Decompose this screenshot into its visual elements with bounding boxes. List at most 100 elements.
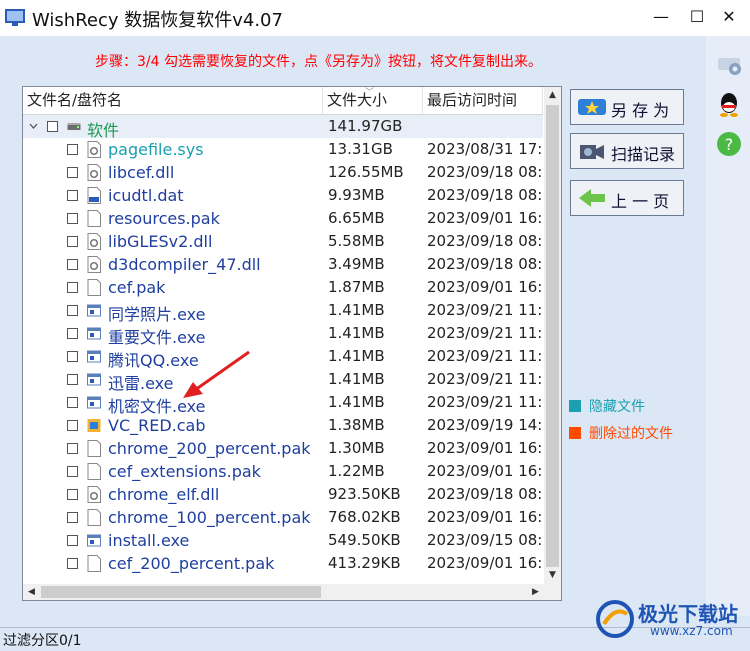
help-icon[interactable]: ? — [715, 130, 743, 158]
file-row[interactable]: pagefile.sys 13.31GB 2023/08/31 17:5 — [23, 138, 543, 161]
gear-file-icon — [87, 256, 101, 273]
file-checkbox[interactable] — [67, 282, 78, 293]
file-row[interactable]: 迅雷.exe 1.41MB 2023/09/21 11:1 — [23, 368, 543, 393]
title-bar: WishRecy 数据恢复软件v4.07 — ☐ ✕ — [0, 0, 750, 36]
scroll-up-icon[interactable]: ▲ — [544, 87, 561, 104]
file-name: d3dcompiler_47.dll — [108, 255, 261, 274]
file-checkbox[interactable] — [67, 374, 78, 385]
chevron-down-icon[interactable] — [29, 122, 38, 131]
file-name: VC_RED.cab — [108, 416, 206, 435]
vertical-scroll-thumb[interactable] — [546, 105, 559, 567]
svg-text:?: ? — [725, 135, 734, 154]
file-size: 13.31GB — [328, 140, 393, 158]
partition-filter-status: 过滤分区0/1 — [3, 633, 82, 649]
file-row[interactable]: libGLESv2.dll 5.58MB 2023/09/18 08:5 — [23, 230, 543, 253]
hidden-file-swatch — [569, 400, 581, 412]
file-access-time: 2023/09/01 16:2 — [427, 209, 543, 227]
file-access-time: 2023/08/31 17:5 — [427, 140, 543, 158]
file-access-time: 2023/09/18 08:5 — [427, 255, 543, 273]
file-checkbox[interactable] — [67, 259, 78, 270]
file-name: cef_extensions.pak — [108, 462, 261, 481]
scroll-right-icon[interactable]: ▶ — [527, 584, 544, 600]
file-checkbox[interactable] — [67, 305, 78, 316]
file-checkbox[interactable] — [67, 397, 78, 408]
exe-icon — [87, 350, 101, 363]
exe-icon — [87, 534, 101, 547]
file-size: 1.30MB — [328, 439, 385, 457]
file-size: 9.93MB — [328, 186, 385, 204]
file-row[interactable]: cef.pak 1.87MB 2023/09/01 16:2 — [23, 276, 543, 299]
scroll-left-icon[interactable]: ◀ — [23, 584, 40, 600]
file-name: resources.pak — [108, 209, 220, 228]
file-size: 768.02KB — [328, 508, 401, 526]
gear-file-icon — [87, 233, 101, 250]
maximize-button[interactable]: ☐ — [680, 4, 714, 30]
gear-file-icon — [87, 486, 101, 503]
gear-file-icon — [87, 141, 101, 158]
file-row[interactable]: VC_RED.cab 1.38MB 2023/09/19 14:2 — [23, 414, 543, 437]
arrow-left-icon — [579, 189, 605, 207]
file-name: icudtl.dat — [108, 186, 184, 205]
file-checkbox[interactable] — [67, 489, 78, 500]
exe-icon — [87, 396, 101, 409]
file-checkbox[interactable] — [67, 466, 78, 477]
file-access-time: 2023/09/18 08:5 — [427, 163, 543, 181]
save-as-button[interactable]: 另 存 为 — [570, 89, 684, 125]
file-checkbox[interactable] — [67, 351, 78, 362]
horizontal-scroll-thumb[interactable] — [41, 586, 321, 598]
file-checkbox[interactable] — [67, 236, 78, 247]
watermark-text: 极光下载站 — [638, 602, 738, 626]
file-row[interactable]: chrome_100_percent.pak 768.02KB 2023/09/01… — [23, 506, 543, 529]
exe-icon — [87, 304, 101, 317]
column-header-name[interactable]: 文件名/盘符名 — [23, 87, 323, 114]
close-button[interactable]: ✕ — [712, 4, 746, 30]
file-access-time: 2023/09/01 16:2 — [427, 278, 543, 296]
file-row[interactable]: 重要文件.exe 1.41MB 2023/09/21 11:1 — [23, 322, 543, 347]
file-row[interactable]: libcef.dll 126.55MB 2023/09/18 08:5 — [23, 161, 543, 184]
minimize-button[interactable]: — — [644, 4, 678, 30]
horizontal-scrollbar[interactable]: ◀ ▶ — [23, 584, 544, 600]
file-checkbox[interactable] — [67, 443, 78, 454]
tree-root-row[interactable]: 软件 141.97GB — [23, 115, 543, 140]
file-checkbox[interactable] — [67, 167, 78, 178]
file-checkbox[interactable] — [67, 535, 78, 546]
column-header-date[interactable]: 最后访问时间 — [423, 87, 543, 114]
file-size: 1.41MB — [328, 347, 385, 365]
file-checkbox[interactable] — [67, 213, 78, 224]
file-row[interactable]: d3dcompiler_47.dll 3.49MB 2023/09/18 08:5 — [23, 253, 543, 276]
file-checkbox[interactable] — [67, 420, 78, 431]
vertical-scrollbar[interactable]: ▲ ▼ — [544, 87, 561, 584]
root-checkbox[interactable] — [47, 121, 58, 132]
file-checkbox[interactable] — [67, 190, 78, 201]
file-row[interactable]: resources.pak 6.65MB 2023/09/01 16:2 — [23, 207, 543, 230]
file-checkbox[interactable] — [67, 144, 78, 155]
file-row[interactable]: 机密文件.exe 1.41MB 2023/09/21 11:1 — [23, 391, 543, 416]
file-size: 549.50KB — [328, 531, 401, 549]
settings-icon[interactable] — [715, 50, 743, 78]
file-row[interactable]: icudtl.dat 9.93MB 2023/09/18 08:5 — [23, 184, 543, 207]
file-row[interactable]: chrome_elf.dll 923.50KB 2023/09/18 08:5 — [23, 483, 543, 506]
file-checkbox[interactable] — [67, 558, 78, 569]
scan-log-button[interactable]: 扫描记录 — [570, 133, 684, 169]
file-row[interactable]: cef_200_percent.pak 413.29KB 2023/09/01 16… — [23, 552, 543, 575]
scan-log-label: 扫描记录 — [611, 145, 676, 164]
file-name: cef_200_percent.pak — [108, 554, 275, 573]
previous-page-button[interactable]: 上 一 页 — [570, 180, 684, 216]
file-access-time: 2023/09/18 08:5 — [427, 232, 543, 250]
file-row[interactable]: 腾讯QQ.exe 1.41MB 2023/09/21 11:1 — [23, 345, 543, 370]
file-checkbox[interactable] — [67, 512, 78, 523]
file-size: 1.87MB — [328, 278, 385, 296]
sort-indicator-icon: ﹀ — [365, 88, 375, 98]
file-row[interactable]: 同学照片.exe 1.41MB 2023/09/21 11:1 — [23, 299, 543, 324]
file-row[interactable]: chrome_200_percent.pak 1.30MB 2023/09/01 1… — [23, 437, 543, 460]
file-size: 1.41MB — [328, 370, 385, 388]
file-row[interactable]: cef_extensions.pak 1.22MB 2023/09/01 16:2 — [23, 460, 543, 483]
file-access-time: 2023/09/19 14:2 — [427, 416, 543, 434]
scroll-down-icon[interactable]: ▼ — [544, 567, 561, 584]
file-checkbox[interactable] — [67, 328, 78, 339]
qq-icon[interactable] — [715, 90, 743, 118]
file-list: 文件名/盘符名 文件大小 最后访问时间 ﹀ 软件 141.97GB pagefi… — [22, 86, 562, 601]
app-logo-icon — [5, 9, 25, 26]
list-header: 文件名/盘符名 文件大小 最后访问时间 ﹀ — [23, 87, 543, 115]
file-row[interactable]: install.exe 549.50KB 2023/09/15 08:3 — [23, 529, 543, 552]
